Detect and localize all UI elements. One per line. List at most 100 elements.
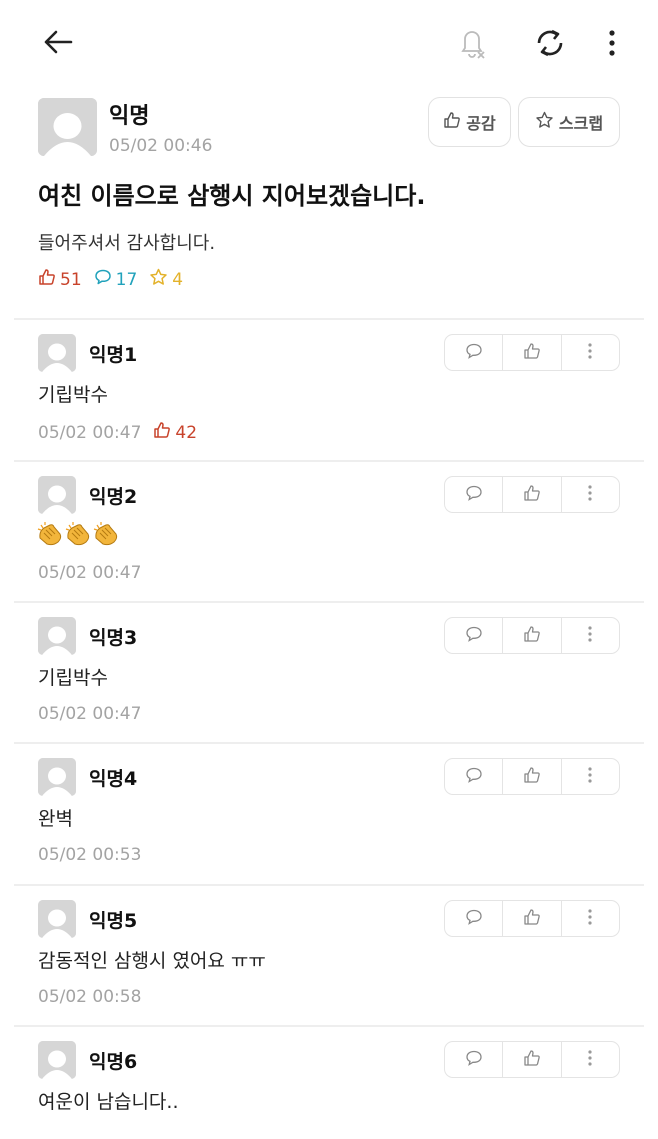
avatar[interactable]	[38, 617, 76, 655]
comment-action-group	[444, 476, 620, 513]
comment-item: 익명4 완벽 05/02 00:53	[0, 744, 658, 884]
comment-action-group	[444, 1041, 620, 1078]
avatar[interactable]	[38, 334, 76, 372]
comment-more-button[interactable]	[560, 759, 619, 794]
thumbs-up-icon	[38, 268, 56, 291]
comment-text: 여운이 남습니다..	[38, 1091, 179, 1113]
avatar[interactable]	[38, 758, 76, 796]
comment-text: 감동적인 삼행시 였어요 ㅠㅠ	[38, 950, 266, 972]
comment-like-count-value: 42	[175, 422, 198, 443]
post-body: 들어주셔서 감사합니다.	[38, 233, 216, 254]
comment-emoji	[36, 520, 120, 552]
notification-off-icon[interactable]	[452, 22, 492, 62]
thumbs-up-icon	[153, 421, 171, 444]
post-time: 05/02 00:46	[109, 136, 213, 156]
comment-more-button[interactable]	[560, 618, 619, 653]
comment-time: 05/02 00:47	[38, 704, 142, 724]
comment-bubble-icon	[94, 268, 112, 291]
comment-time: 05/02 00:53	[38, 845, 142, 865]
comment-time: 05/02 00:58	[38, 987, 142, 1007]
avatar[interactable]	[38, 1041, 76, 1079]
avatar[interactable]	[38, 476, 76, 514]
comment-like-button[interactable]	[502, 759, 560, 794]
comment-author: 익명2	[89, 486, 138, 508]
comment-action-group	[444, 758, 620, 795]
avatar[interactable]	[38, 900, 76, 938]
star-icon	[149, 268, 168, 291]
more-vertical-icon	[588, 342, 592, 363]
comment-more-button[interactable]	[560, 477, 619, 512]
like-button[interactable]: 공감	[428, 97, 511, 147]
like-count: 51	[38, 268, 82, 291]
comment-more-button[interactable]	[560, 335, 619, 370]
comment-text: 기립박수	[38, 384, 108, 406]
reply-button[interactable]	[445, 1042, 502, 1077]
comment-item: 익명3 기립박수 05/02 00:47	[0, 603, 658, 743]
comment-count-value: 17	[115, 269, 138, 290]
comment-like-button[interactable]	[502, 618, 560, 653]
thumbs-up-icon	[523, 625, 541, 647]
post-stats: 51 17 4	[38, 268, 195, 291]
post-title: 여친 이름으로 삼행시 지어보겠습니다.	[38, 182, 426, 210]
thumbs-up-icon	[443, 111, 461, 133]
reply-button[interactable]	[445, 759, 502, 794]
reply-button[interactable]	[445, 618, 502, 653]
more-vertical-icon	[588, 766, 592, 787]
comment-bubble-icon	[465, 909, 483, 929]
more-vertical-icon[interactable]	[596, 22, 628, 64]
avatar[interactable]	[38, 98, 97, 156]
comment-like-button[interactable]	[502, 477, 560, 512]
more-vertical-icon	[588, 908, 592, 929]
comment-bubble-icon	[465, 485, 483, 505]
scrap-button[interactable]: 스크랩	[518, 97, 620, 147]
comment-bubble-icon	[465, 343, 483, 363]
comment-author: 익명3	[89, 627, 138, 649]
clapping-hands-icon	[64, 520, 92, 552]
comment-more-button[interactable]	[560, 1042, 619, 1077]
comment-like-button[interactable]	[502, 335, 560, 370]
comment-author: 익명5	[89, 910, 138, 932]
scrap-button-label: 스크랩	[558, 114, 604, 133]
refresh-icon[interactable]	[529, 22, 571, 64]
more-vertical-icon	[588, 625, 592, 646]
comment-item: 익명6 여운이 남습니다..	[0, 1027, 658, 1139]
clapping-hands-icon	[92, 520, 120, 552]
reply-button[interactable]	[445, 335, 502, 370]
comment-author: 익명6	[89, 1051, 138, 1073]
comment-bubble-icon	[465, 626, 483, 646]
thumbs-up-icon	[523, 766, 541, 788]
back-arrow-icon[interactable]	[38, 24, 78, 60]
post: 익명 05/02 00:46 공감 스크랩 여친 이름으로 삼행시 지어보겠습니…	[0, 88, 658, 320]
top-bar	[0, 0, 658, 86]
comment-author: 익명4	[89, 768, 138, 790]
comment-time: 05/02 00:47	[38, 422, 142, 443]
comment-like-count: 42	[153, 421, 197, 444]
comment-time: 05/02 00:47	[38, 563, 142, 583]
comment-count: 17	[94, 268, 138, 291]
comment-item: 익명1 기립박수 05/02 00:47 42	[0, 320, 658, 460]
comment-more-button[interactable]	[560, 901, 619, 936]
comment-like-button[interactable]	[502, 901, 560, 936]
more-vertical-icon	[588, 1049, 592, 1070]
comment-author: 익명1	[89, 344, 138, 366]
comment-bubble-icon	[465, 1050, 483, 1070]
comment-action-group	[444, 617, 620, 654]
clapping-hands-icon	[36, 520, 64, 552]
post-author: 익명	[109, 104, 150, 129]
thumbs-up-icon	[523, 342, 541, 364]
scrap-count: 4	[149, 268, 183, 291]
scrap-count-value: 4	[172, 269, 184, 290]
comment-meta: 05/02 00:47 42	[38, 421, 197, 444]
thumbs-up-icon	[523, 908, 541, 930]
comment-meta: 05/02 00:58	[38, 987, 141, 1007]
comment-meta: 05/02 00:53	[38, 845, 141, 865]
thumbs-up-icon	[523, 1049, 541, 1071]
like-count-value: 51	[60, 269, 82, 290]
comment-text: 완벽	[38, 808, 73, 830]
comment-like-button[interactable]	[502, 1042, 560, 1077]
reply-button[interactable]	[445, 901, 502, 936]
reply-button[interactable]	[445, 477, 502, 512]
comment-text: 기립박수	[38, 667, 108, 689]
comment-meta: 05/02 00:47	[38, 704, 141, 724]
like-button-label: 공감	[466, 114, 496, 133]
